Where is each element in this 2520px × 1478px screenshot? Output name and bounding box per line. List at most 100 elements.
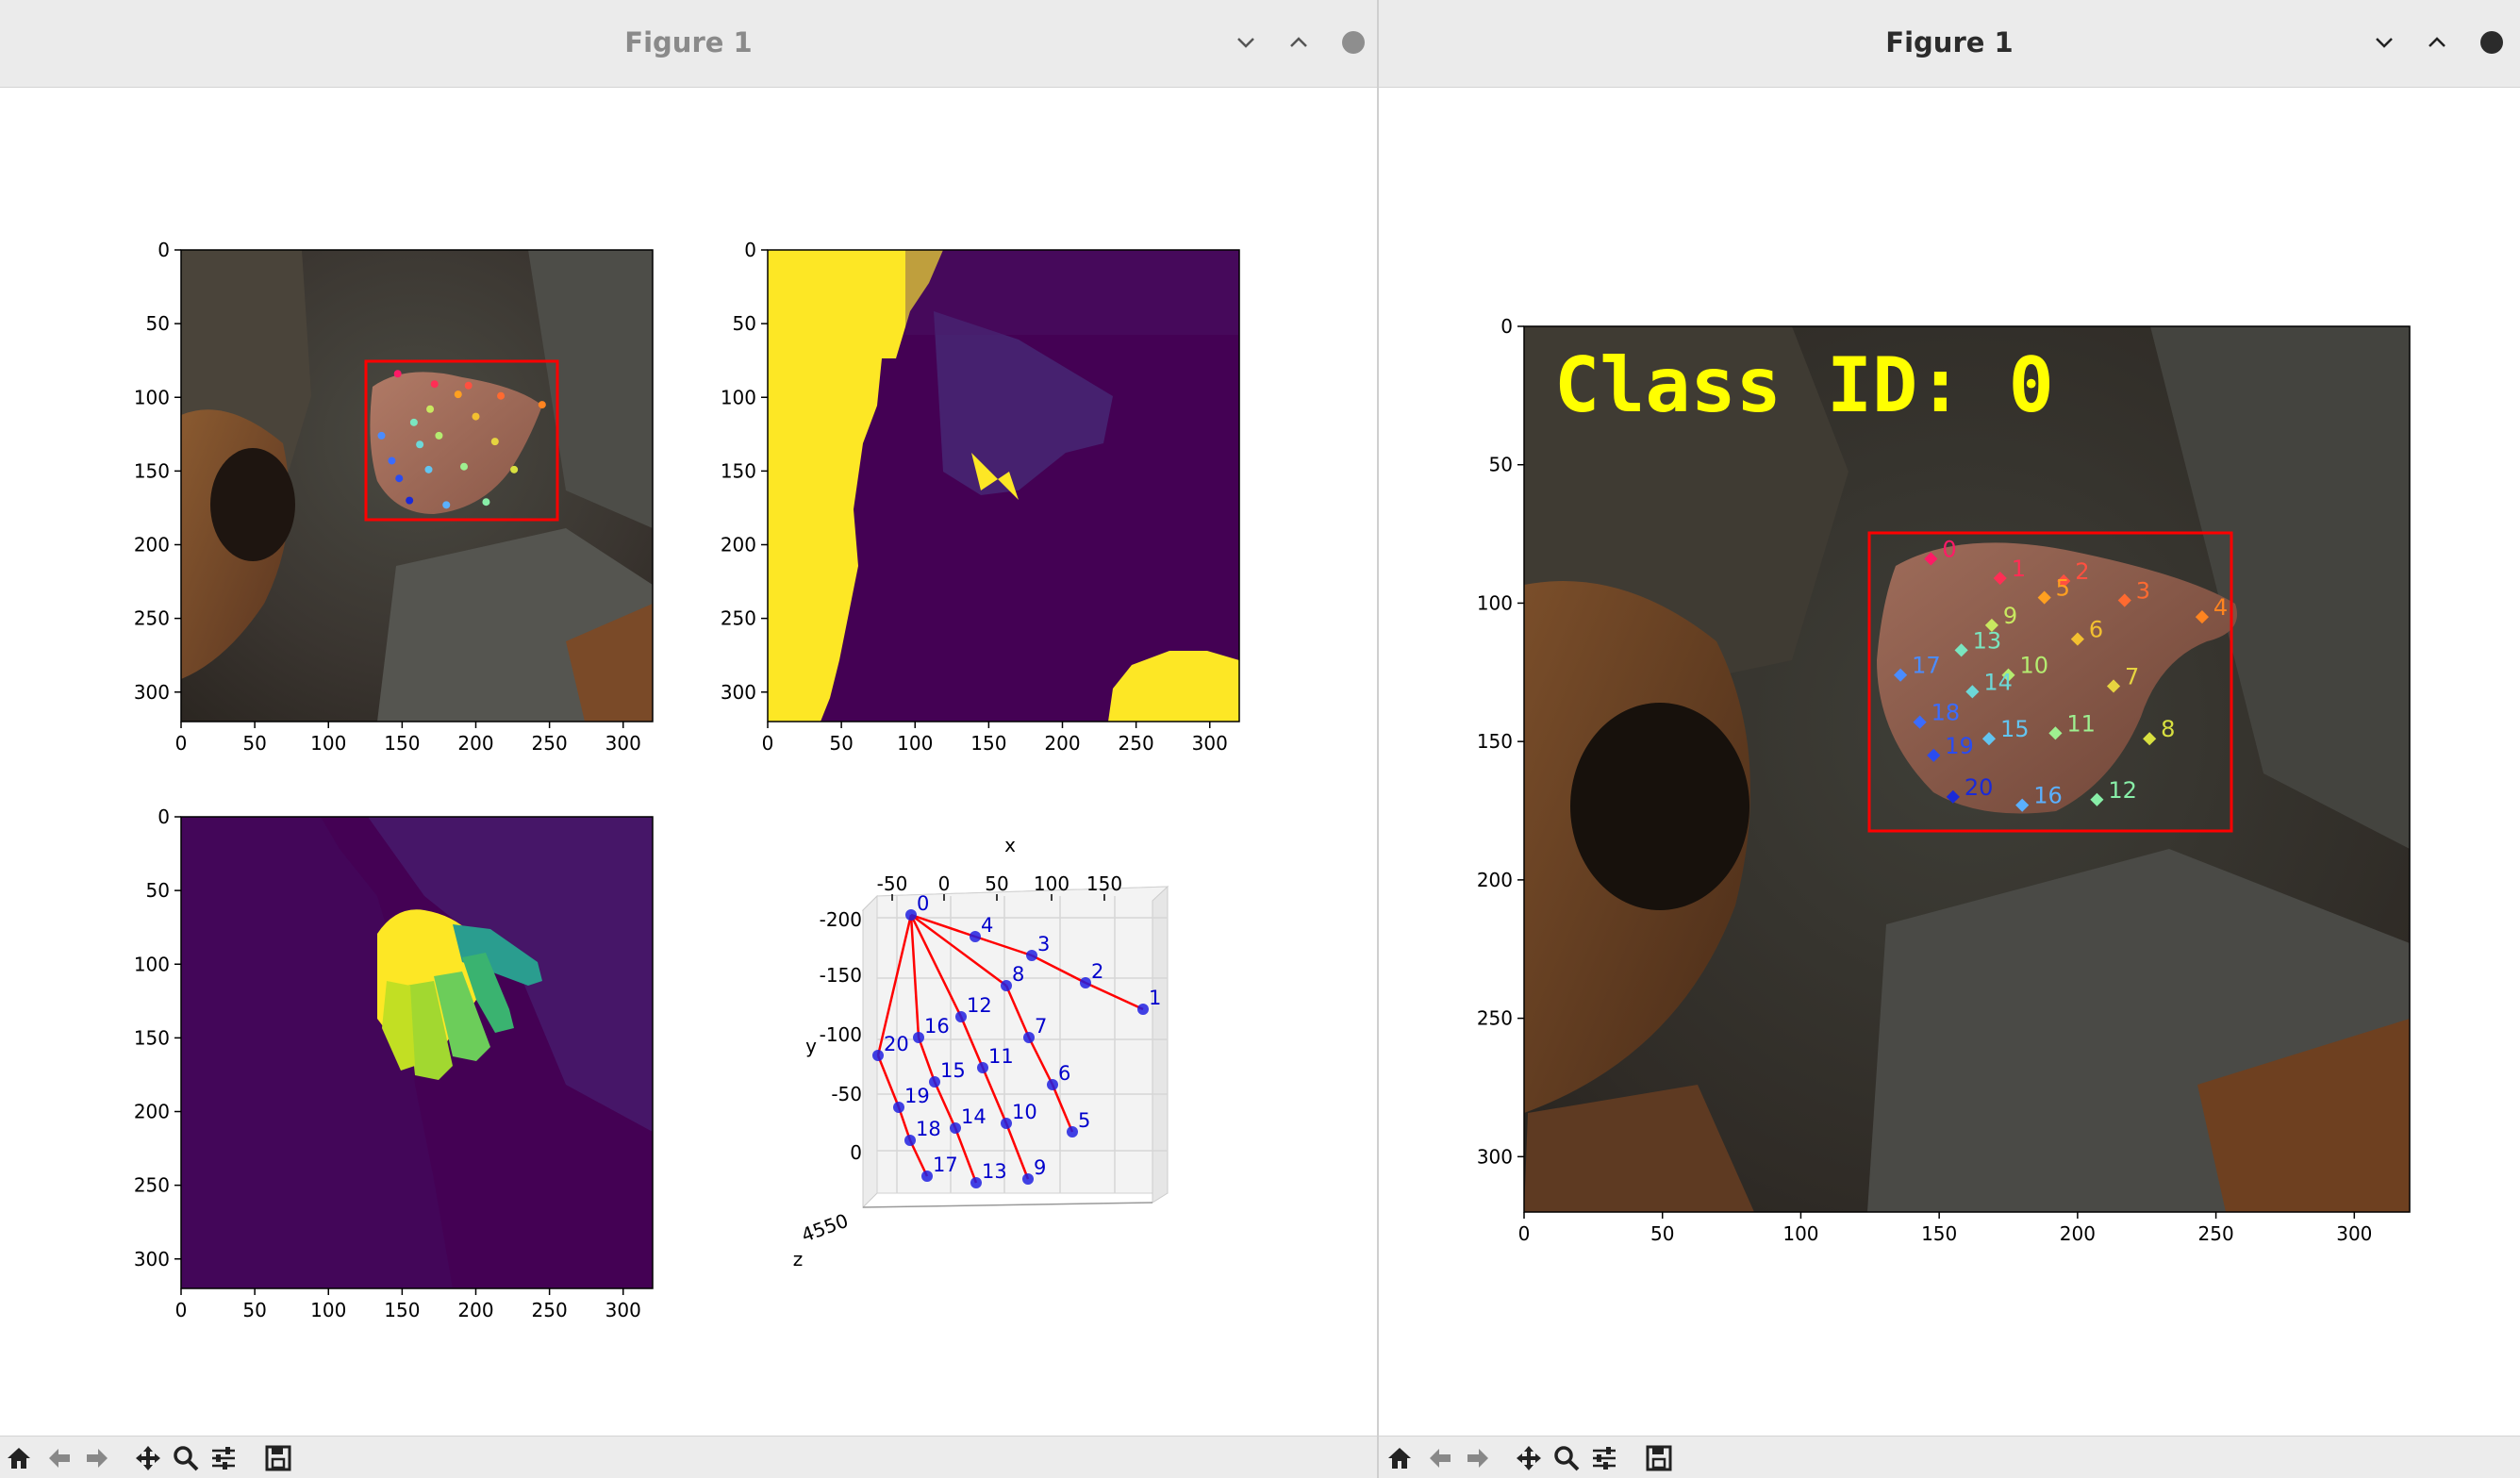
x-tick-label: 300: [2336, 1222, 2372, 1245]
keypoint-label: 16: [2033, 783, 2063, 809]
skeleton-joint: [970, 931, 981, 942]
forward-arrow-icon[interactable]: [83, 1444, 111, 1472]
annotated-image-panel: Class ID: 0 01 23456789101112131415161718…: [1524, 326, 2410, 1212]
y-tick-label: 300: [134, 681, 170, 704]
x-tick-label: 0: [762, 732, 774, 755]
x-tick-label: 50: [829, 732, 853, 755]
home-icon[interactable]: [1385, 1444, 1414, 1472]
x-tick-label: 50: [242, 732, 266, 755]
x-tick-label: 50: [985, 872, 1008, 895]
z-axis-label: z: [793, 1248, 804, 1270]
keypoint-label: 11: [2066, 710, 2096, 737]
y-axis-label: y: [805, 1035, 817, 1057]
skeleton-joint: [872, 1050, 884, 1061]
minimize-button[interactable]: [1232, 28, 1260, 57]
keypoint-dot: [430, 380, 439, 389]
x-tick-label: 150: [970, 732, 1006, 755]
x-tick-label: 150: [384, 1299, 420, 1321]
window-title: Figure 1: [1885, 26, 2014, 58]
keypoint-dot: [497, 391, 506, 400]
y-tick-label: 0: [1500, 315, 1513, 338]
skeleton-joint: [904, 1135, 916, 1146]
y-tick-label: -150: [820, 964, 862, 987]
x-tick-label: 100: [897, 732, 933, 755]
skeleton-joint-label: 2: [1091, 960, 1103, 983]
zoom-icon[interactable]: [172, 1444, 200, 1472]
skeleton-joint-label: 4: [981, 914, 993, 937]
keypoint-dot: [464, 381, 472, 390]
x-tick-label: 200: [457, 1299, 493, 1321]
keypoint-dot: [435, 431, 443, 440]
zoom-icon[interactable]: [1552, 1444, 1581, 1472]
keypoint-label: 13: [1973, 627, 2002, 654]
x-tick-label: 100: [1034, 872, 1069, 895]
skeleton-joint-label: 7: [1035, 1015, 1047, 1038]
y-tick-label: 150: [134, 459, 170, 482]
y-tick-label: 0: [158, 239, 170, 261]
keypoint-label: 10: [2020, 653, 2049, 679]
save-icon[interactable]: [264, 1444, 292, 1472]
class-id-label: Class ID: 0: [1554, 341, 2054, 429]
y-tick-label: 300: [134, 1248, 170, 1270]
y-tick-label: 300: [721, 681, 756, 704]
home-icon[interactable]: [5, 1444, 33, 1472]
x-tick-label: 200: [457, 732, 493, 755]
y-tick-label: 0: [158, 805, 170, 828]
keypoint-label: 20: [1965, 774, 1994, 801]
figure-window-right: Figure 1 Class ID: 0 0 1 2 3 4 5 6 7 8 9…: [1379, 0, 2520, 1478]
configure-icon[interactable]: [209, 1444, 238, 1472]
back-arrow-icon[interactable]: [45, 1444, 74, 1472]
x-tick-label: 0: [938, 872, 951, 895]
keypoint-dot: [377, 431, 386, 440]
pan-icon[interactable]: [1515, 1444, 1543, 1472]
y-tick-label: 100: [1477, 591, 1513, 614]
skeleton-joint: [929, 1076, 940, 1088]
y-tick-label: 0: [850, 1141, 862, 1164]
y-tick-label: 150: [1477, 730, 1513, 753]
skeleton-joint-label: 6: [1058, 1062, 1070, 1085]
y-tick-label: 150: [134, 1026, 170, 1049]
keypoint-label: 12: [2108, 777, 2137, 804]
close-button[interactable]: [1339, 28, 1368, 57]
skeleton-joint-label: 14: [961, 1105, 986, 1128]
keypoint-label: 3: [2136, 578, 2150, 605]
rgb-image-panel: [181, 250, 653, 722]
minimize-button[interactable]: [2370, 28, 2398, 57]
keypoint-dot: [388, 457, 396, 465]
keypoint-dot: [482, 498, 490, 507]
y-tick-label: 100: [721, 386, 756, 408]
y-tick-label: 0: [744, 239, 756, 261]
x-tick-label: 300: [605, 732, 641, 755]
pan-icon[interactable]: [134, 1444, 162, 1472]
x-tick-label: 150: [1086, 872, 1122, 895]
save-icon[interactable]: [1645, 1444, 1673, 1472]
x-tick-label: 50: [1650, 1222, 1674, 1245]
y-tick-label: -200: [820, 908, 862, 931]
x-tick-label: 200: [2060, 1222, 2096, 1245]
skeleton-joint: [1137, 1004, 1149, 1015]
maximize-button[interactable]: [1285, 28, 1313, 57]
close-button[interactable]: [2478, 28, 2506, 57]
x-tick-label: 0: [1518, 1222, 1531, 1245]
figure-window-left: Figure 1 0 50 100 150 200 250 300 0 50 1…: [0, 0, 1377, 1478]
toolbar-left: [0, 1436, 1377, 1478]
x-tick-label: 100: [310, 1299, 346, 1321]
configure-icon[interactable]: [1590, 1444, 1618, 1472]
forward-arrow-icon[interactable]: [1464, 1444, 1492, 1472]
back-arrow-icon[interactable]: [1426, 1444, 1454, 1472]
y-tick-label: 250: [134, 1174, 170, 1197]
skeleton-joint: [977, 1062, 988, 1073]
maximize-button[interactable]: [2423, 28, 2451, 57]
y-tick-label: 200: [134, 534, 170, 556]
skeleton-3d-panel: 01234567891011121314151617181920 x-50 0 50…: [793, 834, 1169, 1270]
skeleton-joint-label: 12: [967, 994, 992, 1017]
keypoint-dot: [395, 474, 404, 483]
hand-parts-panel: [181, 817, 653, 1288]
skeleton-joint-label: 3: [1037, 933, 1050, 955]
keypoint-label: 14: [1983, 669, 2013, 695]
skeleton-joint-label: 1: [1149, 987, 1161, 1009]
skeleton-joint: [1023, 1032, 1035, 1043]
skeleton-joint-label: 5: [1078, 1109, 1090, 1132]
skeleton-joint-label: 13: [982, 1160, 1007, 1183]
keypoint-label: 8: [2161, 716, 2175, 742]
